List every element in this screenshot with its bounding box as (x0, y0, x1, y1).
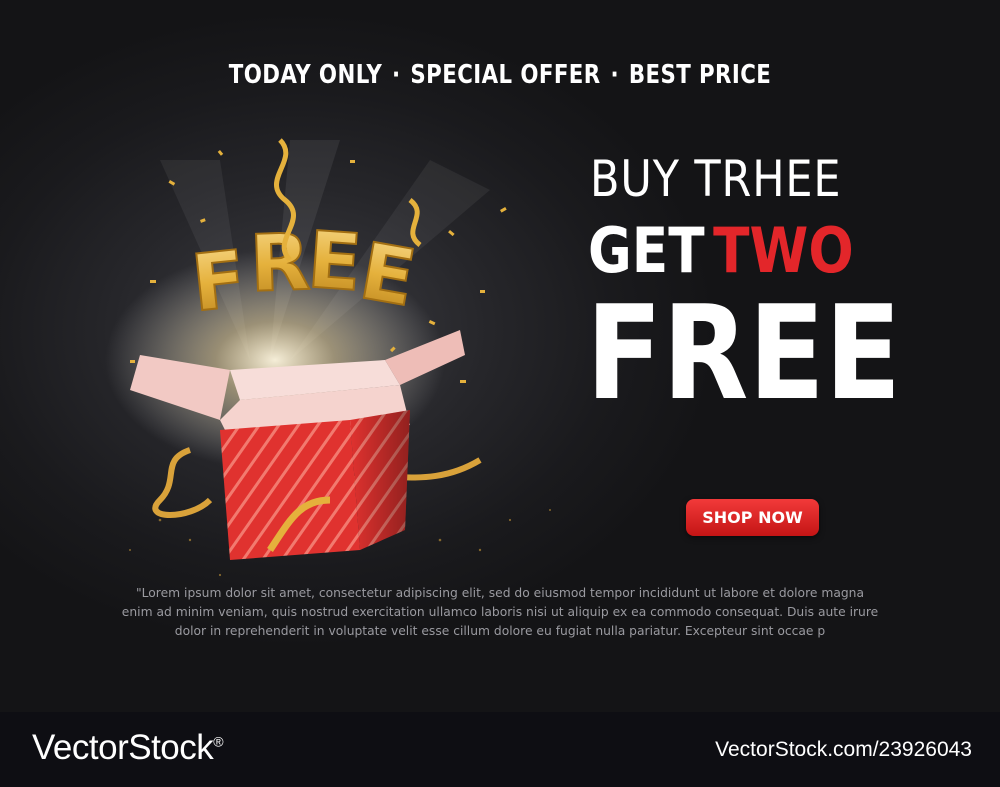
shop-now-button[interactable]: SHOP NOW (686, 499, 819, 536)
tagline-today-only: TODAY ONLY (228, 60, 383, 90)
letter-f: F (188, 235, 250, 330)
headline-buy-three: BUY TRHEE (590, 150, 842, 208)
tagline-separator: · (610, 60, 619, 90)
brand-name: VectorStock (32, 728, 214, 767)
image-url: VectorStock.com/23926043 (715, 738, 972, 761)
letter-e: E (305, 216, 364, 309)
tagline-separator: · (392, 60, 401, 90)
tagline-best-price: BEST PRICE (628, 60, 772, 90)
promo-banner: TODAY ONLY · SPECIAL OFFER · BEST PRICE (0, 0, 1000, 712)
registered-mark: ® (213, 733, 224, 750)
watermark-footer: VectorStock® VectorStock.com/23926043 (0, 712, 1000, 787)
tagline: TODAY ONLY · SPECIAL OFFER · BEST PRICE (90, 60, 910, 90)
headline-free: FREE (586, 277, 902, 429)
vectorstock-logo: VectorStock® (32, 728, 224, 768)
letter-r: R (248, 218, 311, 310)
tagline-special-offer: SPECIAL OFFER (410, 60, 601, 90)
gift-box-illustration: F R E E (105, 138, 551, 577)
lorem-body-text: "Lorem ipsum dolor sit amet, consectetur… (121, 586, 879, 638)
